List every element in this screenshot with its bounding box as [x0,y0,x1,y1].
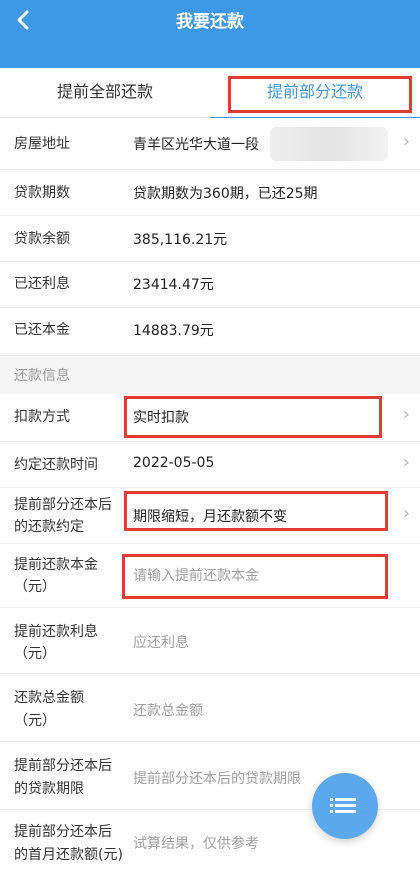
prepay-principal-label-line2: （元） [14,579,56,595]
loan-term-label: 贷款期数 [14,185,70,201]
prepay-interest-row: 提前还款利息 （元） 应还利息 [0,608,420,674]
prepay-principal-row[interactable]: 提前还款本金 （元） 请输入提前还款本金 [0,544,420,608]
interest-paid-value: 23414.47元 [133,277,214,293]
first-month-label-line1: 提前部分还本后 [14,824,112,840]
repay-agreement-row[interactable]: 提前部分还本后 的还款约定 期限缩短，月还款额不变 › [0,488,420,544]
blurred-address-mask [270,127,388,161]
repay-date-row[interactable]: 约定还款时间 2022-05-05 › [0,442,420,488]
term-after-label-line1: 提前部分还本后 [14,758,112,774]
loan-balance-label: 贷款余额 [14,231,70,247]
term-after-label-line2: 的贷款期限 [14,781,84,797]
tab-bar: 提前全部还款 提前部分还款 [0,68,420,119]
prepay-principal-input[interactable]: 请输入提前还款本金 [133,565,259,585]
chevron-right-icon: › [402,404,410,425]
chevron-right-icon: › [402,452,410,473]
loan-term-value: 贷款期数为360期，已还25期 [133,186,318,202]
principal-paid-value: 14883.79元 [133,323,214,339]
prepay-interest-label-line1: 提前还款利息 [14,624,98,640]
chevron-right-icon: › [402,131,410,152]
principal-paid-label: 已还本金 [14,322,70,338]
deduction-method-row[interactable]: 扣款方式 实时扣款 › [0,394,420,442]
repay-date-label: 约定还款时间 [14,457,98,473]
app-header: 我要还款 [0,0,420,68]
repay-date-value[interactable]: 2022-05-05 [133,455,214,471]
total-amount-row: 还款总金额 （元） 还款总金额 [0,674,420,742]
address-label: 房屋地址 [14,136,70,152]
interest-paid-label: 已还利息 [14,276,70,292]
repay-agreement-label-line2: 的还款约定 [14,519,84,535]
deduction-method-value[interactable]: 实时扣款 [133,407,189,427]
repay-agreement-label-line1: 提前部分还本后 [14,497,112,513]
tab-partial-prepayment-label: 提前部分还款 [266,82,363,101]
loan-balance-row: 贷款余额 385,116.21元 [0,216,420,262]
total-amount-label-line1: 还款总金额 [14,690,84,706]
principal-paid-row: 已还本金 14883.79元 [0,308,420,356]
deduction-method-label: 扣款方式 [14,409,70,425]
total-amount-value: 还款总金额 [133,703,203,719]
repayment-info-section-header: 还款信息 [0,356,420,394]
section-title: 还款信息 [14,368,70,384]
tab-partial-prepayment[interactable]: 提前部分还款 [210,68,420,119]
list-fab-button[interactable] [312,773,378,839]
loan-balance-value: 385,116.21元 [133,232,228,248]
prepay-interest-value: 应还利息 [133,635,189,651]
repay-agreement-value[interactable]: 期限缩短，月还款额不变 [133,506,287,526]
term-after-value: 提前部分还本后的贷款期限 [133,771,301,787]
page-title: 我要还款 [176,12,244,32]
prepay-principal-label-line1: 提前还款本金 [14,557,98,573]
chevron-right-icon: › [402,503,410,524]
loan-term-row: 贷款期数 贷款期数为360期，已还25期 [0,170,420,216]
prepay-interest-label-line2: （元） [14,646,56,662]
address-value: 青羊区光华大道一段 [133,137,259,153]
first-month-value: 试算结果，仅供参考 [133,836,259,852]
first-month-label-line2: 的首月还款额(元) [14,847,123,863]
total-amount-label-line2: （元） [14,713,56,729]
interest-paid-row: 已还利息 23414.47元 [0,262,420,308]
tab-full-prepayment[interactable]: 提前全部还款 [0,68,210,118]
